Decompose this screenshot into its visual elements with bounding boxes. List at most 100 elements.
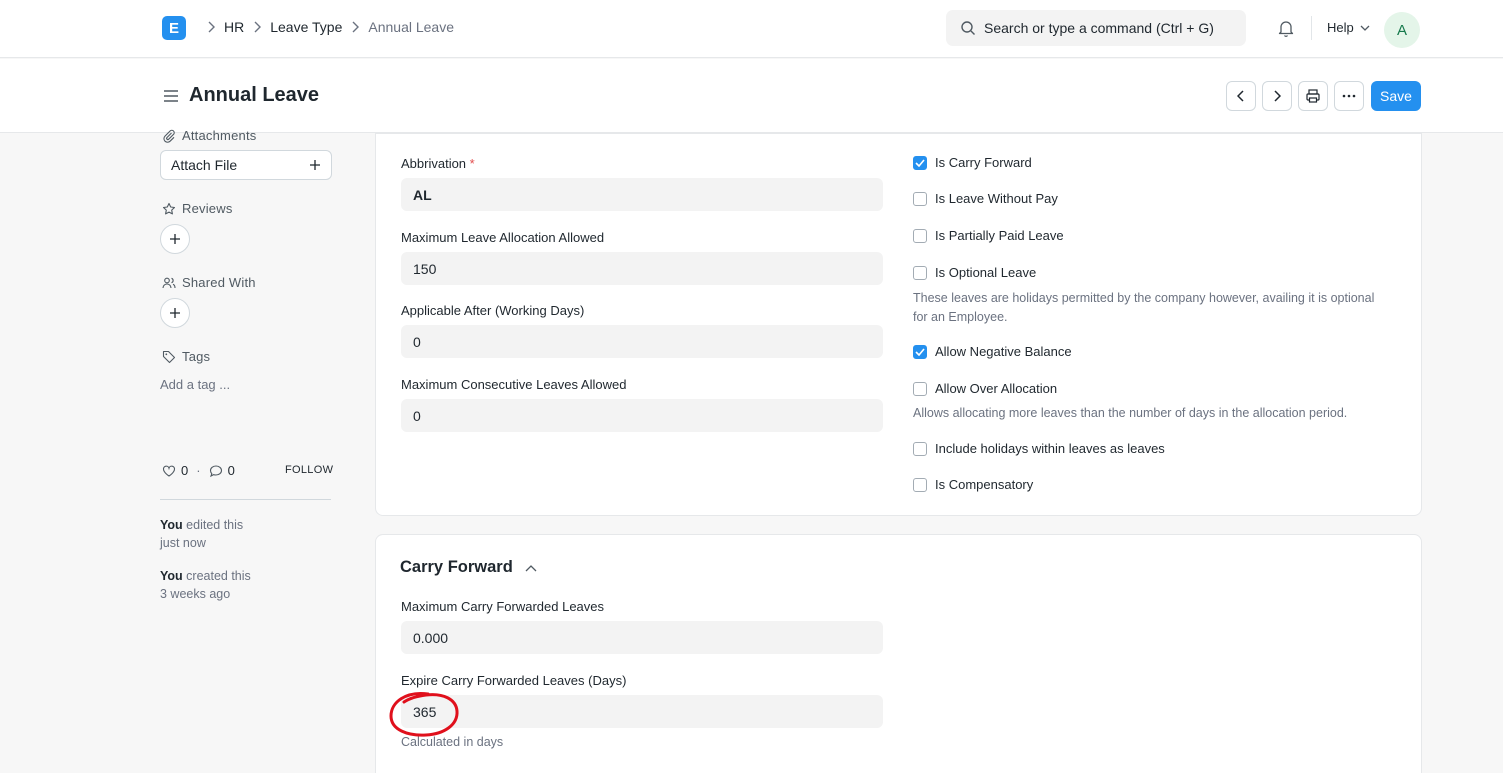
expire-days-description: Calculated in days xyxy=(401,735,504,749)
navbar-divider xyxy=(1311,16,1312,40)
attachments-text: Attachments xyxy=(182,128,257,143)
page-head: Annual Leave Save xyxy=(0,59,1503,133)
more-options-button[interactable] xyxy=(1334,81,1364,111)
over-allocation-description: Allows allocating more leaves than the n… xyxy=(913,406,1348,420)
required-marker: * xyxy=(469,156,475,171)
activity-action: created this xyxy=(186,569,251,583)
add-tag-link[interactable]: Add a tag ... xyxy=(160,377,230,392)
checkbox-label: Is Carry Forward xyxy=(935,155,1032,170)
print-button[interactable] xyxy=(1298,81,1328,111)
checkbox-label: Allow Over Allocation xyxy=(935,381,1058,396)
allow-over-allocation-checkbox[interactable]: Allow Over Allocation xyxy=(913,381,1057,396)
checkbox-label: Is Leave Without Pay xyxy=(935,191,1058,206)
max-consecutive-leaves-input[interactable]: 0 xyxy=(401,399,883,432)
breadcrumb-annual-leave[interactable]: Annual Leave xyxy=(368,19,454,35)
max-carry-forwarded-leaves-input[interactable]: 0.000 xyxy=(401,621,883,654)
checkbox-unchecked-icon[interactable] xyxy=(913,228,927,243)
chevron-up-icon[interactable] xyxy=(525,564,537,572)
reviews-text: Reviews xyxy=(182,201,233,216)
ellipsis-icon xyxy=(1342,94,1356,98)
next-button[interactable] xyxy=(1262,81,1292,111)
activity-item: You edited this just now xyxy=(160,516,243,552)
tags-text: Tags xyxy=(182,349,211,364)
tags-label: Tags xyxy=(162,349,210,364)
description-line: for an Employee. xyxy=(913,310,1008,324)
include-holidays-checkbox[interactable]: Include holidays within leaves as leaves xyxy=(913,441,1165,456)
expire-carry-forwarded-leaves-label: Expire Carry Forwarded Leaves (Days) xyxy=(401,673,627,688)
checkbox-label: Allow Negative Balance xyxy=(935,344,1072,359)
heart-icon[interactable] xyxy=(162,464,176,478)
activity-action: edited this xyxy=(186,518,244,532)
max-carry-forwarded-leaves-label: Maximum Carry Forwarded Leaves xyxy=(401,599,605,614)
shared-with-text: Shared With xyxy=(182,275,256,290)
help-dropdown[interactable]: Help xyxy=(1327,20,1370,35)
activity-actor: You xyxy=(160,569,183,583)
breadcrumb-leave-type[interactable]: Leave Type xyxy=(270,19,342,35)
paperclip-icon xyxy=(162,129,176,143)
page-title: Annual Leave xyxy=(189,84,320,106)
printer-icon xyxy=(1305,88,1321,104)
abbrivation-input[interactable]: AL xyxy=(401,178,883,211)
follow-button[interactable]: FOLLOW xyxy=(285,464,333,476)
reviews-label: Reviews xyxy=(162,201,233,216)
section-title: Carry Forward xyxy=(400,558,513,576)
checkbox-checked-icon[interactable] xyxy=(913,344,927,359)
checkbox-label: Is Partially Paid Leave xyxy=(935,228,1064,243)
chevron-left-icon xyxy=(1237,90,1245,102)
is-compensatory-checkbox[interactable]: Is Compensatory xyxy=(913,477,1033,492)
max-leave-allocation-label: Maximum Leave Allocation Allowed xyxy=(401,230,605,245)
avatar[interactable]: A xyxy=(1384,12,1420,48)
menu-icon[interactable] xyxy=(163,89,179,103)
star-icon xyxy=(162,202,176,216)
abbrivation-label-text: Abbrivation xyxy=(401,156,467,171)
breadcrumb: HR Leave Type Annual Leave xyxy=(198,19,454,35)
tag-icon xyxy=(162,350,176,364)
activity-time: just now xyxy=(160,536,206,550)
shared-with-label: Shared With xyxy=(162,275,256,290)
add-review-button[interactable] xyxy=(160,224,190,254)
checkbox-label: Is Compensatory xyxy=(935,477,1034,492)
checkbox-unchecked-icon[interactable] xyxy=(913,441,927,456)
search-icon xyxy=(960,20,976,36)
stats-row: 0 · 0 xyxy=(162,463,235,478)
applicable-after-input[interactable]: 0 xyxy=(401,325,883,358)
add-share-button[interactable] xyxy=(160,298,190,328)
allow-negative-balance-checkbox[interactable]: Allow Negative Balance xyxy=(913,344,1072,359)
is-carry-forward-checkbox[interactable]: Is Carry Forward xyxy=(913,155,1032,170)
checkbox-unchecked-icon[interactable] xyxy=(913,381,927,396)
previous-button[interactable] xyxy=(1226,81,1256,111)
max-leave-allocation-input[interactable]: 150 xyxy=(401,252,883,285)
applicable-after-label: Applicable After (Working Days) xyxy=(401,303,585,318)
attach-file-button[interactable]: Attach File xyxy=(160,150,332,180)
comments-count: 0 xyxy=(227,463,235,478)
save-button[interactable]: Save xyxy=(1371,81,1421,111)
is-leave-without-pay-checkbox[interactable]: Is Leave Without Pay xyxy=(913,191,1058,206)
comment-icon[interactable] xyxy=(209,464,223,478)
activity-item: You created this 3 weeks ago xyxy=(160,567,251,603)
chevron-right-icon xyxy=(1273,90,1281,102)
activity-time: 3 weeks ago xyxy=(160,587,231,601)
breadcrumb-hr[interactable]: HR xyxy=(224,19,244,35)
expire-carry-forwarded-leaves-input[interactable]: 365 xyxy=(401,695,883,728)
chevron-down-icon xyxy=(1360,25,1370,31)
bell-icon[interactable] xyxy=(1276,18,1296,38)
search-bar[interactable]: Search or type a command (Ctrl + G) xyxy=(946,10,1246,46)
users-icon xyxy=(162,276,176,290)
plus-icon xyxy=(169,233,181,245)
optional-leave-description: These leaves are holidays permitted by t… xyxy=(913,289,1374,327)
checkbox-unchecked-icon[interactable] xyxy=(913,265,927,280)
is-optional-leave-checkbox[interactable]: Is Optional Leave xyxy=(913,265,1036,280)
max-consecutive-leaves-label: Maximum Consecutive Leaves Allowed xyxy=(401,377,627,392)
search-placeholder: Search or type a command (Ctrl + G) xyxy=(984,20,1214,36)
checkbox-label: Is Optional Leave xyxy=(935,265,1037,280)
checkbox-label: Include holidays within leaves as leaves xyxy=(935,441,1165,456)
checkbox-unchecked-icon[interactable] xyxy=(913,477,927,492)
checkbox-checked-icon[interactable] xyxy=(913,155,927,170)
checkbox-unchecked-icon[interactable] xyxy=(913,191,927,206)
navbar: E HR Leave Type Annual Leave Search or t… xyxy=(0,0,1503,58)
chevron-right-icon xyxy=(351,21,360,33)
carry-forward-section-header[interactable]: Carry Forward xyxy=(400,558,537,577)
is-partially-paid-leave-checkbox[interactable]: Is Partially Paid Leave xyxy=(913,228,1064,243)
app-logo[interactable]: E xyxy=(162,16,186,40)
description-line: These leaves are holidays permitted by t… xyxy=(913,291,1375,305)
